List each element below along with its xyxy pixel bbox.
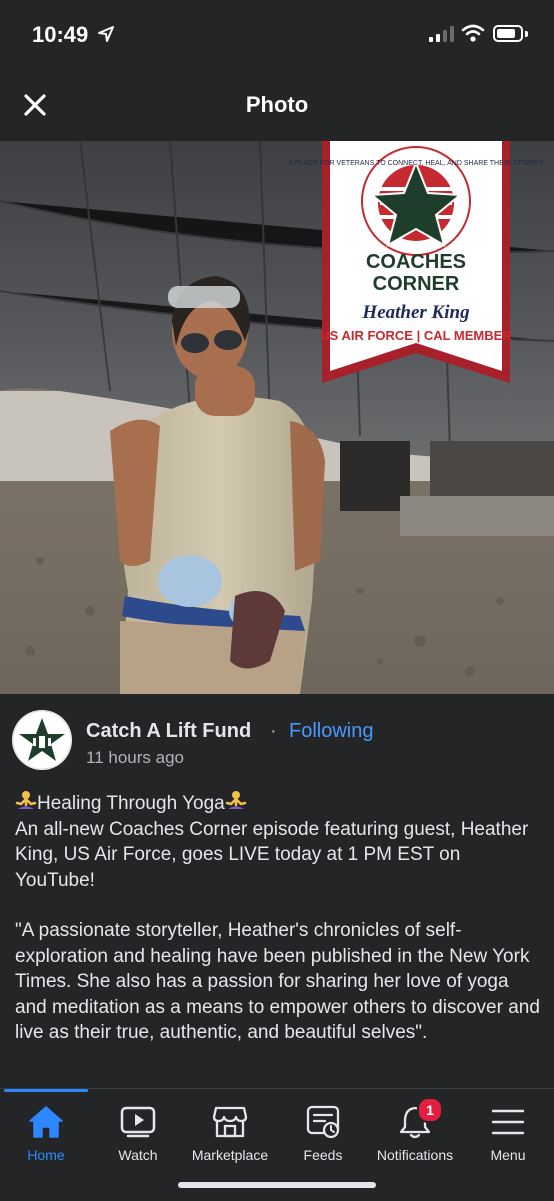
post-quote: "A passionate storyteller, Heather's chr…: [15, 920, 540, 1043]
nav-label: Watch: [118, 1147, 158, 1163]
post-header: Catch A Lift Fund · Following 11 hours a…: [0, 706, 554, 776]
post-photo[interactable]: A PLACE FOR VETERANS TO CONNECT, HEAL, A…: [0, 141, 554, 694]
nav-label: Home: [27, 1147, 65, 1163]
nav-menu[interactable]: Menu: [466, 1089, 550, 1173]
yoga-emoji-icon: [15, 791, 37, 809]
following-button[interactable]: Following: [289, 720, 373, 743]
nav-notifications[interactable]: 1 Notifications: [370, 1089, 460, 1173]
page-title: Photo: [245, 92, 309, 117]
banner-tagline: A PLACE FOR VETERANS TO CONNECT, HEAL, A…: [289, 160, 544, 167]
post-paragraph: An all-new Coaches Corner episode featur…: [15, 818, 529, 891]
marketplace-icon: [212, 1106, 248, 1138]
banner-title-line1: COACHES: [366, 251, 466, 273]
nav-label: Marketplace: [191, 1147, 269, 1163]
battery-cap: [525, 31, 528, 37]
photo-image: A PLACE FOR VETERANS TO CONNECT, HEAL, A…: [0, 141, 554, 694]
page-name-link[interactable]: Catch A Lift Fund: [86, 720, 251, 743]
nav-home[interactable]: Home: [4, 1089, 88, 1173]
status-bar: 10:49: [0, 0, 554, 70]
star-logo-icon: [12, 710, 72, 770]
post-title-line: Healing Through Yoga: [15, 790, 541, 817]
yoga-emoji-icon: [225, 791, 246, 809]
nav-feeds[interactable]: Feeds: [281, 1089, 365, 1173]
location-arrow-icon: [98, 26, 114, 42]
menu-icon: [491, 1109, 525, 1135]
post-title: Healing Through Yoga: [37, 793, 225, 814]
status-time: 10:49: [32, 22, 89, 47]
home-icon: [29, 1106, 63, 1138]
banner-affiliation: US AIR FORCE | CAL MEMBER: [320, 328, 512, 343]
nav-watch[interactable]: Watch: [96, 1089, 180, 1173]
nav-label: Feeds: [303, 1147, 343, 1163]
wifi-icon: [461, 24, 485, 42]
signal-icon: [429, 26, 454, 42]
post-timestamp[interactable]: 11 hours ago: [86, 748, 184, 768]
watch-icon: [120, 1106, 156, 1138]
banner-title-line2: CORNER: [373, 273, 460, 295]
post-text: Healing Through Yoga An all-new Coaches …: [15, 790, 541, 1046]
nav-label: Menu: [490, 1147, 526, 1163]
avatar[interactable]: [12, 710, 72, 770]
battery-icon: [493, 25, 523, 42]
home-indicator: [178, 1182, 376, 1188]
nav-marketplace[interactable]: Marketplace: [185, 1089, 275, 1173]
notification-badge: 1: [417, 1097, 443, 1123]
nav-label: Notifications: [376, 1147, 454, 1163]
banner-name: Heather King: [361, 302, 469, 323]
separator-dot: ·: [270, 720, 277, 742]
feeds-icon: [306, 1105, 340, 1139]
photo-header: Photo: [0, 70, 554, 140]
